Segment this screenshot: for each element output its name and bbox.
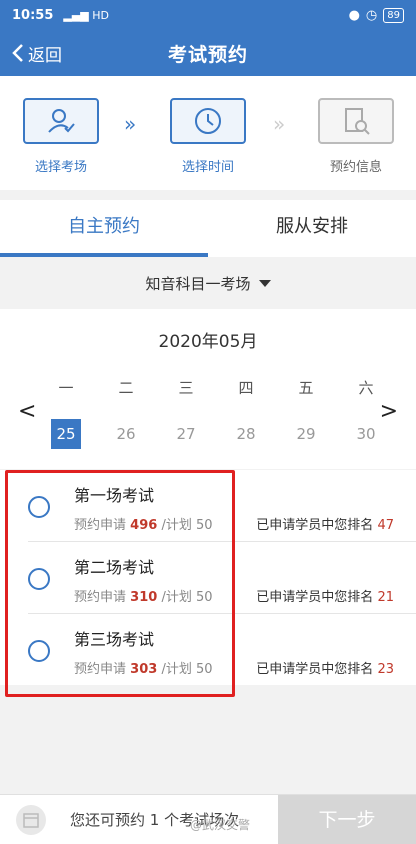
date-cell[interactable]: 29 <box>276 419 336 449</box>
radio-button[interactable] <box>28 568 50 590</box>
exam-session-list: 第一场考试 预约申请 496 /计划 50 已申请学员中您排名 47 第二场考试… <box>0 470 416 685</box>
status-time: 10:55 <box>12 7 54 23</box>
exam-session-item[interactable]: 第二场考试 预约申请 310 /计划 50 已申请学员中您排名 21 <box>0 542 416 613</box>
booking-tabs: 自主预约 服从安排 <box>0 200 416 257</box>
step-select-time: 选择时间 <box>163 98 253 175</box>
double-chevron-icon: » <box>124 112 137 136</box>
date-cell[interactable]: 27 <box>156 419 216 449</box>
back-label: 返回 <box>28 45 62 66</box>
signal-icon: ▂▄▆ HD <box>63 8 110 22</box>
date-cell[interactable]: 28 <box>216 419 276 449</box>
double-chevron-icon: » <box>273 112 286 136</box>
step-label: 预约信息 <box>329 160 382 175</box>
date-cell[interactable]: 30 <box>336 419 396 449</box>
step-select-venue: 选择考场 <box>16 98 106 175</box>
exam-application-count: 预约申请 303 /计划 50 <box>74 662 213 677</box>
weekday: 二 <box>118 379 134 397</box>
status-bar: 10:55 ▂▄▆ HD ● ◷ 89 <box>0 0 416 30</box>
network-type: HD <box>92 8 110 22</box>
watermark: @武汉交警 <box>190 818 251 832</box>
back-button[interactable]: 返回 <box>12 30 62 76</box>
document-search-icon <box>345 108 370 135</box>
battery-icon: 89 <box>383 7 404 23</box>
next-step-button[interactable]: 下一步 <box>278 795 416 844</box>
venue-label: 知音科目一考场 <box>145 274 251 293</box>
date-cell[interactable]: 26 <box>96 419 156 449</box>
caret-down-icon <box>258 279 271 287</box>
exam-name: 第一场考试 <box>74 486 155 505</box>
venue-dropdown[interactable]: 知音科目一考场 <box>0 258 416 308</box>
weekday: 五 <box>298 379 314 397</box>
clock-icon <box>195 108 221 134</box>
step-label: 选择考场 <box>34 160 87 175</box>
exam-session-item[interactable]: 第一场考试 预约申请 496 /计划 50 已申请学员中您排名 47 <box>0 470 416 541</box>
location-icon: ● <box>348 7 360 23</box>
radio-button[interactable] <box>28 640 50 662</box>
exam-name: 第三场考试 <box>74 630 155 649</box>
user-check-icon <box>48 109 75 133</box>
chevron-left-icon <box>12 44 23 62</box>
step-progress: 选择考场 » 选择时间 » 预约信息 <box>0 76 416 190</box>
page-title: 考试预约 <box>167 43 248 66</box>
exam-session-item[interactable]: 第三场考试 预约申请 303 /计划 50 已申请学员中您排名 23 <box>0 614 416 685</box>
exam-application-count: 预约申请 310 /计划 50 <box>74 590 213 605</box>
exam-name: 第二场考试 <box>74 558 155 577</box>
weekday: 一 <box>58 379 74 397</box>
exam-rank: 已申请学员中您排名 47 <box>256 518 394 533</box>
calendar-icon <box>16 804 46 835</box>
date-cell-selected[interactable]: 25 <box>51 419 81 449</box>
step-label: 选择时间 <box>181 160 234 175</box>
weekday: 三 <box>178 379 194 397</box>
weekday: 六 <box>358 379 374 397</box>
weekday-row: 一 二 三 四 五 六 <box>36 377 396 398</box>
chevron-left-icon[interactable]: < <box>18 399 36 424</box>
weekday: 四 <box>238 379 254 397</box>
exam-rank: 已申请学员中您排名 23 <box>256 662 394 677</box>
exam-rank: 已申请学员中您排名 21 <box>256 590 394 605</box>
radio-button[interactable] <box>28 496 50 518</box>
exam-application-count: 预约申请 496 /计划 50 <box>74 518 213 533</box>
date-row: 25 26 27 28 29 30 <box>36 419 396 449</box>
calendar: 2020年05月 < > 一 二 三 四 五 六 25 26 27 28 29 … <box>0 309 416 469</box>
alarm-icon: ◷ <box>365 7 378 23</box>
step-booking-info: 预约信息 <box>311 98 401 175</box>
tab-assigned[interactable]: 服从安排 <box>208 200 416 257</box>
calendar-month: 2020年05月 <box>158 332 258 352</box>
tab-self-booking[interactable]: 自主预约 <box>0 200 208 257</box>
app-header: 返回 考试预约 <box>0 30 416 76</box>
